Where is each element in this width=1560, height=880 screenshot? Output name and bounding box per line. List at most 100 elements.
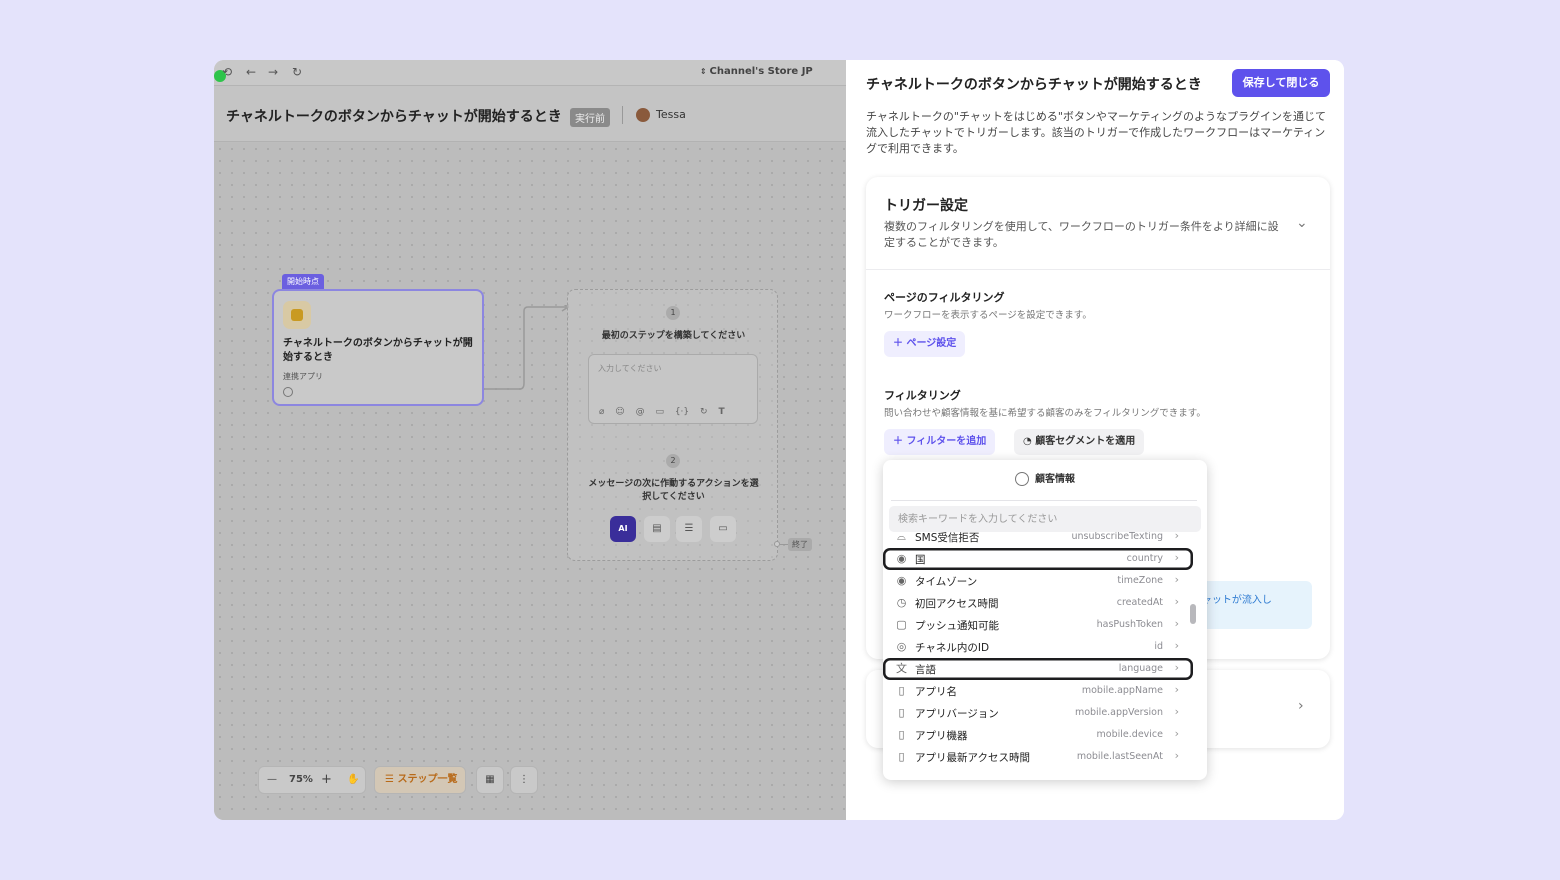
mention-icon[interactable]: @ bbox=[636, 407, 645, 417]
updown-icon: ⇕ bbox=[700, 67, 710, 76]
plus-icon: ＋ bbox=[893, 436, 907, 447]
list-item[interactable]: ▯ アプリ最新アクセス時間 mobile.lastSeenAt › bbox=[883, 746, 1193, 768]
user-icon: ◎ bbox=[896, 640, 907, 653]
card-action-button[interactable]: ▭ bbox=[710, 516, 736, 542]
dropdown-scrollbar[interactable] bbox=[1189, 534, 1197, 774]
end-tag: 終了 bbox=[788, 538, 812, 551]
chevron-right-icon: › bbox=[1174, 683, 1179, 696]
phone-icon: ▯ bbox=[898, 706, 905, 719]
forward-icon[interactable]: → bbox=[268, 65, 278, 79]
end-connector-line bbox=[780, 544, 788, 545]
phone-icon: ▯ bbox=[898, 684, 905, 697]
list-item-country[interactable]: ◉ 国 country › bbox=[883, 548, 1193, 570]
chevron-right-icon: › bbox=[1174, 727, 1179, 740]
refresh-icon[interactable]: ↻ bbox=[700, 407, 708, 417]
reload-icon[interactable]: ↻ bbox=[292, 65, 302, 79]
workflow-canvas[interactable]: 開始時点 チャネルトークのボタンからチャットが開始するとき 連携アプリ 1 最初… bbox=[214, 143, 846, 820]
chevron-right-icon: › bbox=[1174, 573, 1179, 586]
chevron-right-icon[interactable]: › bbox=[1298, 698, 1304, 714]
zoom-out-button[interactable]: — bbox=[267, 767, 277, 793]
back-icon[interactable]: ← bbox=[246, 65, 256, 79]
more-icon: ⋮ bbox=[519, 774, 529, 785]
trigger-card[interactable]: チャネルトークのボタンからチャットが開始するとき 連携アプリ bbox=[272, 289, 484, 406]
browser-topbar: ⟲ ← → ↻ ⇕ Channel's Store JP bbox=[214, 60, 846, 86]
attach-icon[interactable]: ⌀ bbox=[599, 407, 604, 417]
apply-segment-button[interactable]: ◔ 顧客セグメントを適用 bbox=[1014, 429, 1145, 455]
history-icon[interactable]: ⟲ bbox=[222, 65, 232, 79]
avatar bbox=[636, 108, 650, 122]
page-filter-title: ページのフィルタリング bbox=[884, 291, 1005, 304]
grid-icon: ▦ bbox=[485, 774, 495, 785]
channel-app-icon bbox=[283, 301, 311, 329]
chevron-right-icon: › bbox=[1174, 661, 1179, 674]
pin-icon: ◉ bbox=[896, 552, 907, 565]
workflow-editor: ⟲ ← → ↻ ⇕ Channel's Store JP チャネルトークのボタン… bbox=[214, 60, 846, 820]
chevron-right-icon: › bbox=[1174, 532, 1179, 542]
step1-placeholder: 入力してください bbox=[598, 364, 662, 373]
hand-tool-icon[interactable]: ✋ bbox=[347, 767, 359, 793]
phone-icon: ▯ bbox=[898, 750, 905, 763]
step2-title: メッセージの次に作動するアクションを選択してください bbox=[588, 479, 759, 502]
user-name: Tessa bbox=[656, 108, 686, 121]
variable-icon[interactable]: {·} bbox=[675, 407, 689, 417]
zoom-in-button[interactable]: + bbox=[321, 767, 332, 793]
page-filter-subtitle: ワークフローを表示するページを設定できます。 bbox=[884, 310, 1092, 321]
trigger-card-subtitle: 連携アプリ bbox=[283, 372, 323, 381]
plus-icon: ＋ bbox=[893, 338, 907, 349]
property-search-input[interactable] bbox=[889, 506, 1201, 532]
grid-view-button[interactable]: ▦ bbox=[476, 766, 504, 794]
customer-property-dropdown: 顧客情報 ⌓ SMS受信拒否 unsubscribeTexting › ◉ 国 … bbox=[883, 460, 1207, 780]
rect-icon: ▭ bbox=[718, 523, 728, 534]
more-menu-button[interactable]: ⋮ bbox=[510, 766, 538, 794]
pin-icon: ◉ bbox=[896, 574, 907, 587]
panel-description: チャネルトークの"チャットをはじめる"ボタンやマーケティングのようなプラグインを… bbox=[866, 110, 1327, 155]
chevron-down-icon[interactable]: ⌄ bbox=[1296, 215, 1308, 231]
chevron-right-icon: › bbox=[1174, 551, 1179, 564]
list-item[interactable]: ▯ アプリバージョン mobile.appVersion › bbox=[883, 702, 1193, 724]
save-close-button[interactable]: 保存して閉じる bbox=[1232, 69, 1330, 97]
add-filter-button[interactable]: ＋ フィルターを追加 bbox=[884, 429, 996, 455]
filtering-title: フィルタリング bbox=[884, 389, 961, 402]
trigger-subtitle: 複数のフィルタリングを使用して、ワークフローのトリガー条件をより詳細に設定するこ… bbox=[884, 220, 1279, 249]
workflow-titlebar: チャネルトークのボタンからチャットが開始するとき 実行前 Tessa bbox=[214, 86, 846, 142]
page-settings-button[interactable]: ＋ ページ設定 bbox=[884, 331, 966, 357]
zoom-control: — 75% + ✋ bbox=[258, 766, 366, 794]
user-circle-icon bbox=[1015, 472, 1029, 486]
list-item[interactable]: ▢ プッシュ通知可能 hasPushToken › bbox=[883, 614, 1193, 636]
trigger-card-title: チャネルトークのボタンからチャットが開始するとき bbox=[283, 338, 473, 363]
clock-icon: ◷ bbox=[896, 596, 907, 609]
list-item-language[interactable]: 文 言語 language › bbox=[883, 658, 1193, 680]
list-item[interactable]: ▯ アプリ機器 mobile.device › bbox=[883, 724, 1193, 746]
ai-action-button[interactable]: AI bbox=[610, 516, 636, 542]
scrollbar-thumb[interactable] bbox=[1190, 604, 1196, 624]
step1-title: 最初のステップを構築してください bbox=[601, 331, 746, 341]
workflow-title[interactable]: チャネルトークのボタンからチャットが開始するとき bbox=[226, 106, 562, 126]
text-icon[interactable]: T bbox=[718, 407, 724, 417]
chevron-right-icon: › bbox=[1174, 617, 1179, 630]
linked-app-icon bbox=[283, 387, 293, 397]
list-item[interactable]: ◉ タイムゾーン timeZone › bbox=[883, 570, 1193, 592]
step-number-2: 2 bbox=[666, 454, 680, 468]
status-badge: 実行前 bbox=[570, 108, 610, 127]
panel-title: チャネルトークのボタンからチャットが開始するとき bbox=[866, 77, 1202, 93]
form-action-button[interactable]: ▤ bbox=[644, 516, 670, 542]
gif-icon[interactable]: ▭ bbox=[655, 407, 664, 417]
layout-action-button[interactable]: ☰ bbox=[676, 516, 702, 542]
connector-line bbox=[484, 305, 570, 390]
list-item[interactable]: ▯ アプリ名 mobile.appName › bbox=[883, 680, 1193, 702]
divider bbox=[866, 269, 1330, 270]
zoom-level: 75% bbox=[289, 774, 313, 785]
list-item[interactable]: ⌓ SMS受信拒否 unsubscribeTexting › bbox=[883, 532, 1193, 548]
list-item[interactable]: ◷ 初回アクセス時間 createdAt › bbox=[883, 592, 1193, 614]
translate-icon: 文 bbox=[896, 662, 907, 675]
chevron-right-icon: › bbox=[1174, 749, 1179, 762]
stack-icon: ☰ bbox=[684, 523, 694, 534]
start-tag: 開始時点 bbox=[282, 274, 324, 289]
step1-message-input[interactable]: 入力してください ⌀ ☺ @ ▭ {·} ↻ T bbox=[588, 354, 758, 424]
step-list-button[interactable]: ☰ ステップ一覧 bbox=[374, 766, 466, 794]
emoji-icon[interactable]: ☺ bbox=[615, 407, 624, 417]
store-selector[interactable]: ⇕ Channel's Store JP bbox=[700, 66, 813, 77]
steps-container: 1 最初のステップを構築してください 入力してください ⌀ ☺ @ ▭ {·} … bbox=[567, 289, 778, 561]
filtering-subtitle: 問い合わせや顧客情報を基に希望する顧客のみをフィルタリングできます。 bbox=[884, 408, 1206, 419]
list-item[interactable]: ◎ チャネル内のID id › bbox=[883, 636, 1193, 658]
